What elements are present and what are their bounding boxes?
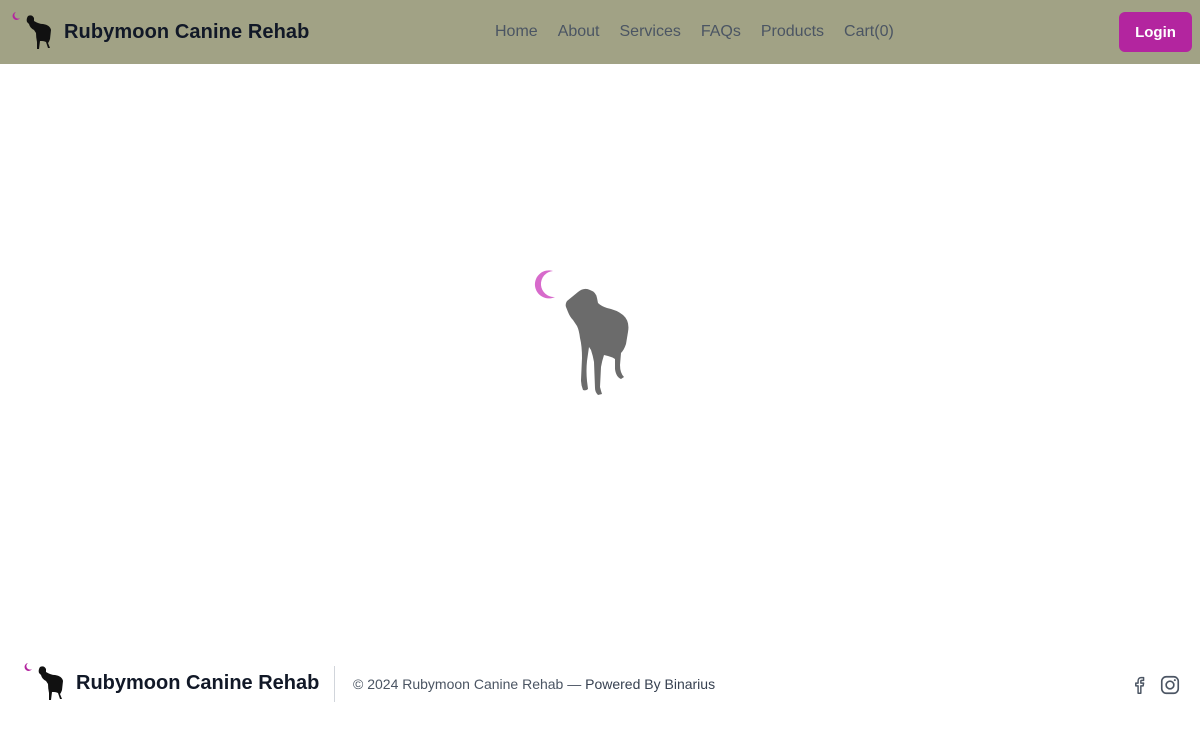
nav-about[interactable]: About (558, 23, 600, 41)
page-loader (527, 265, 677, 420)
instagram-icon[interactable] (1159, 674, 1181, 696)
site-header: Rubymoon Canine Rehab Home About Service… (0, 0, 1200, 64)
brand-link[interactable]: Rubymoon Canine Rehab (10, 8, 309, 56)
footer-brand-name: Rubymoon Canine Rehab (76, 671, 320, 694)
brand-name: Rubymoon Canine Rehab (64, 20, 310, 43)
footer-brand-link[interactable]: Rubymoon Canine Rehab (22, 659, 319, 707)
login-button[interactable]: Login (1119, 12, 1192, 52)
dog-moon-logo-icon (24, 663, 63, 700)
nav-services[interactable]: Services (620, 23, 681, 41)
nav-cart[interactable]: Cart(0) (844, 23, 894, 41)
facebook-icon[interactable] (1128, 674, 1150, 696)
copyright-text: © 2024 Rubymoon Canine Rehab — Powered B… (353, 676, 715, 692)
site-footer: Rubymoon Canine Rehab © 2024 Rubymoon Ca… (0, 650, 1200, 720)
main-nav: Home About Services FAQs Products Cart(0… (495, 0, 894, 64)
nav-products[interactable]: Products (761, 23, 824, 41)
copyright-notice: © 2024 Rubymoon Canine Rehab — (353, 676, 586, 692)
powered-by-link[interactable]: Powered By Binarius (585, 676, 715, 692)
footer-divider (334, 666, 335, 702)
nav-home[interactable]: Home (495, 23, 538, 41)
nav-faqs[interactable]: FAQs (701, 23, 741, 41)
dog-moon-loader-icon (534, 270, 629, 395)
dog-moon-logo-icon (12, 12, 51, 49)
